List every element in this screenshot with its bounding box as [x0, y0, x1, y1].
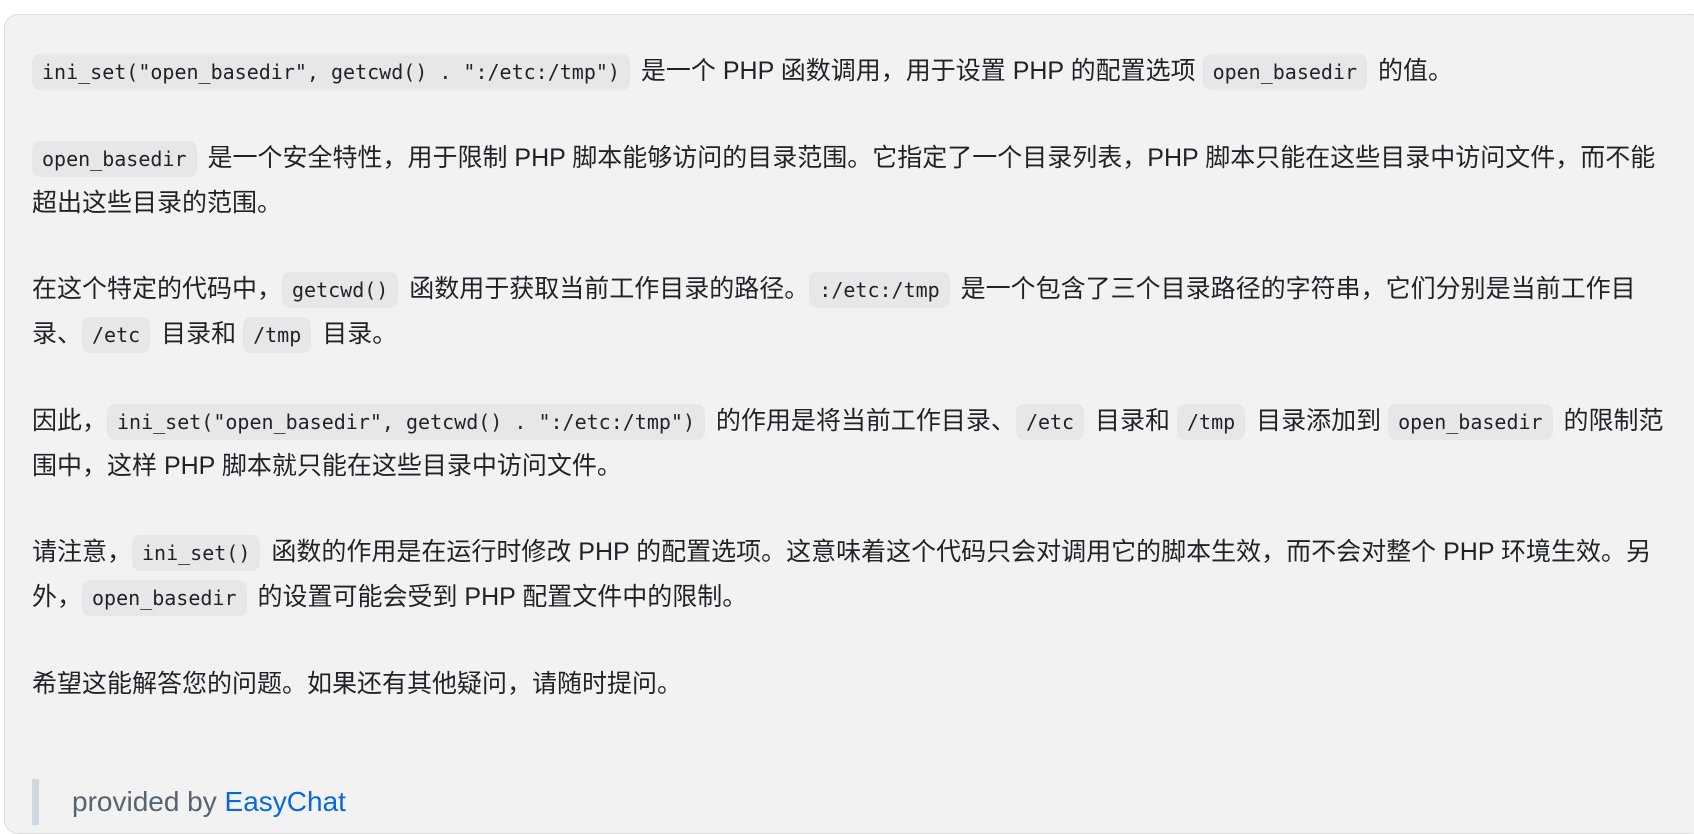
text-span: 的作用是将当前工作目录、: [708, 407, 1016, 435]
paragraph: 在这个特定的代码中， getcwd() 函数用于获取当前工作目录的路径。:/etc…: [32, 267, 1672, 357]
message-content: ini_set("open_basedir", getcwd() . ":/et…: [32, 49, 1672, 748]
text-span: 目录添加到: [1249, 407, 1389, 435]
inline-code: /tmp: [243, 317, 312, 353]
provided-by-text: provided by: [72, 786, 225, 817]
inline-code: ini_set("open_basedir", getcwd() . ":/et…: [32, 54, 630, 90]
paragraph: 请注意， ini_set() 函数的作用是在运行时修改 PHP 的配置选项。这意味…: [32, 530, 1672, 620]
text-span: 请注意，: [32, 538, 133, 566]
inline-code: :/etc:/tmp: [809, 272, 950, 308]
paragraph: 因此， ini_set("open_basedir", getcwd() . ":…: [32, 399, 1672, 488]
inline-code: ini_set(): [132, 535, 261, 571]
inline-code: /tmp: [1177, 404, 1246, 440]
paragraph: open_basedir 是一个安全特性，用于限制 PHP 脚本能够访问的目录范…: [32, 136, 1672, 225]
text-span: 是一个安全特性，用于限制 PHP 脚本能够访问的目录范围。它指定了一个目录列表，…: [32, 144, 1656, 217]
text-span: 是一个 PHP 函数调用，用于设置 PHP 的配置选项: [633, 57, 1203, 85]
text-span: 函数用于获取当前工作目录的路径。: [402, 275, 810, 303]
text-span: 因此，: [32, 407, 108, 435]
provided-by-blockquote: provided by EasyChat: [32, 779, 346, 825]
inline-code: /etc: [82, 317, 151, 353]
text-span: 的设置可能会受到 PHP 配置文件中的限制。: [250, 583, 748, 611]
text-span: 希望这能解答您的问题。如果还有其他疑问，请随时提问。: [32, 670, 683, 698]
inline-code: open_basedir: [32, 141, 197, 177]
text-span: 目录和: [154, 320, 244, 348]
text-span: 的值。: [1371, 57, 1454, 85]
text-span: 目录。: [315, 320, 398, 348]
paragraph: 希望这能解答您的问题。如果还有其他疑问，请随时提问。: [32, 662, 1672, 706]
inline-code: getcwd(): [282, 272, 399, 308]
easychat-link[interactable]: EasyChat: [225, 786, 346, 817]
inline-code: /etc: [1015, 404, 1085, 440]
text-span: 目录和: [1088, 407, 1178, 435]
text-span: 在这个特定的代码中，: [32, 275, 283, 303]
inline-code: open_basedir: [1388, 404, 1553, 440]
inline-code: open_basedir: [1202, 54, 1368, 90]
chat-message-card: ini_set("open_basedir", getcwd() . ":/et…: [4, 14, 1694, 834]
paragraph: ini_set("open_basedir", getcwd() . ":/et…: [32, 49, 1672, 94]
inline-code: ini_set("open_basedir", getcwd() . ":/et…: [107, 404, 705, 440]
inline-code: open_basedir: [82, 580, 247, 616]
